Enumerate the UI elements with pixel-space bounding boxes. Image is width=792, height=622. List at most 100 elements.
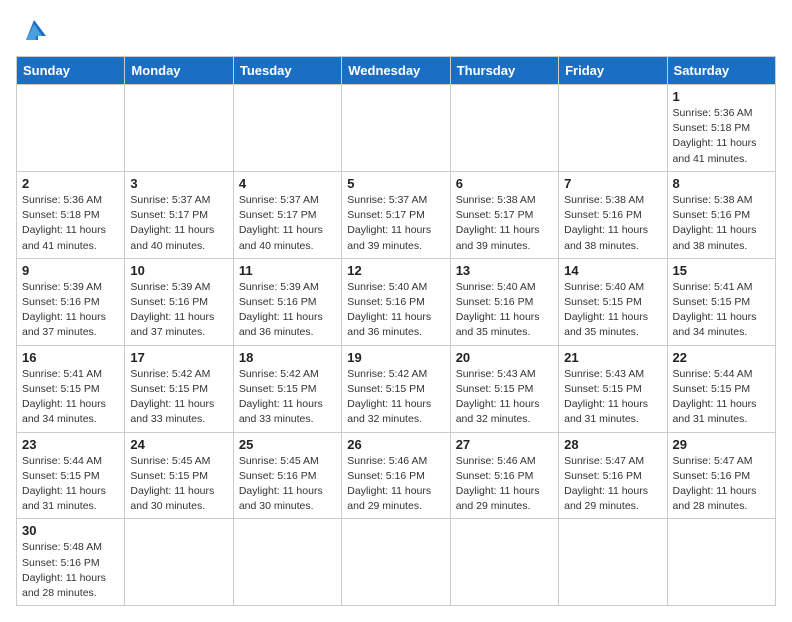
calendar-cell: 24Sunrise: 5:45 AM Sunset: 5:15 PM Dayli… <box>125 432 233 519</box>
page-header <box>16 16 776 44</box>
calendar-cell: 10 Sunrise: 5:39 AM Sunset: 5:16 PM Dayli… <box>125 258 233 345</box>
day-number: 1 <box>673 89 770 104</box>
day-info: Sunrise: 5:44 AM Sunset: 5:15 PM Dayligh… <box>22 454 119 515</box>
calendar-cell <box>17 85 125 172</box>
day-number: 5 <box>347 176 444 191</box>
day-info: Sunrise: 5:46 AM Sunset: 5:16 PM Dayligh… <box>347 454 444 515</box>
day-number: 4 <box>239 176 336 191</box>
day-info: Sunrise: 5:42 AM Sunset: 5:15 PM Dayligh… <box>239 367 336 428</box>
calendar-week-4: 23 Sunrise: 5:44 AM Sunset: 5:15 PM Dayli… <box>17 432 776 519</box>
logo-area <box>16 16 50 44</box>
day-info: Sunrise: 5:38 AM Sunset: 5:17 PM Dayligh… <box>456 193 553 254</box>
calendar-cell: 7 Sunrise: 5:38 AM Sunset: 5:16 PM Daylig… <box>559 171 667 258</box>
calendar-table: SundayMondayTuesdayWednesdayThursdayFrid… <box>16 56 776 606</box>
calendar-cell <box>450 519 558 606</box>
day-number: 20 <box>456 350 553 365</box>
day-info: Sunrise: 5:40 AM Sunset: 5:16 PM Dayligh… <box>347 280 444 341</box>
calendar-cell <box>450 85 558 172</box>
day-info: Sunrise: 5:42 AM Sunset: 5:15 PM Dayligh… <box>347 367 444 428</box>
logo-icon <box>18 16 50 44</box>
weekday-header-tuesday: Tuesday <box>233 57 341 85</box>
calendar-week-0: 1Sunrise: 5:36 AM Sunset: 5:18 PM Daylig… <box>17 85 776 172</box>
calendar-week-2: 9 Sunrise: 5:39 AM Sunset: 5:16 PM Daylig… <box>17 258 776 345</box>
calendar-cell: 8 Sunrise: 5:38 AM Sunset: 5:16 PM Daylig… <box>667 171 775 258</box>
day-info: Sunrise: 5:45 AM Sunset: 5:16 PM Dayligh… <box>239 454 336 515</box>
calendar-cell: 20 Sunrise: 5:43 AM Sunset: 5:15 PM Dayli… <box>450 345 558 432</box>
weekday-header-sunday: Sunday <box>17 57 125 85</box>
day-number: 17 <box>130 350 227 365</box>
day-info: Sunrise: 5:39 AM Sunset: 5:16 PM Dayligh… <box>239 280 336 341</box>
day-info: Sunrise: 5:47 AM Sunset: 5:16 PM Dayligh… <box>564 454 661 515</box>
day-number: 2 <box>22 176 119 191</box>
calendar-cell: 6Sunrise: 5:38 AM Sunset: 5:17 PM Daylig… <box>450 171 558 258</box>
day-number: 27 <box>456 437 553 452</box>
calendar-cell <box>667 519 775 606</box>
calendar-cell: 2 Sunrise: 5:36 AM Sunset: 5:18 PM Daylig… <box>17 171 125 258</box>
calendar-cell: 4Sunrise: 5:37 AM Sunset: 5:17 PM Daylig… <box>233 171 341 258</box>
day-number: 9 <box>22 263 119 278</box>
day-number: 3 <box>130 176 227 191</box>
day-number: 28 <box>564 437 661 452</box>
day-number: 13 <box>456 263 553 278</box>
day-info: Sunrise: 5:40 AM Sunset: 5:15 PM Dayligh… <box>564 280 661 341</box>
calendar-cell: 25Sunrise: 5:45 AM Sunset: 5:16 PM Dayli… <box>233 432 341 519</box>
calendar-cell <box>125 519 233 606</box>
calendar-week-3: 16 Sunrise: 5:41 AM Sunset: 5:15 PM Dayli… <box>17 345 776 432</box>
day-number: 19 <box>347 350 444 365</box>
calendar-week-1: 2 Sunrise: 5:36 AM Sunset: 5:18 PM Daylig… <box>17 171 776 258</box>
day-info: Sunrise: 5:43 AM Sunset: 5:15 PM Dayligh… <box>456 367 553 428</box>
day-info: Sunrise: 5:46 AM Sunset: 5:16 PM Dayligh… <box>456 454 553 515</box>
day-number: 12 <box>347 263 444 278</box>
calendar-cell: 9Sunrise: 5:39 AM Sunset: 5:16 PM Daylig… <box>17 258 125 345</box>
calendar-cell: 5 Sunrise: 5:37 AM Sunset: 5:17 PM Daylig… <box>342 171 450 258</box>
day-number: 10 <box>130 263 227 278</box>
day-info: Sunrise: 5:44 AM Sunset: 5:15 PM Dayligh… <box>673 367 770 428</box>
day-info: Sunrise: 5:47 AM Sunset: 5:16 PM Dayligh… <box>673 454 770 515</box>
calendar-cell <box>233 85 341 172</box>
day-info: Sunrise: 5:43 AM Sunset: 5:15 PM Dayligh… <box>564 367 661 428</box>
day-info: Sunrise: 5:41 AM Sunset: 5:15 PM Dayligh… <box>673 280 770 341</box>
day-number: 8 <box>673 176 770 191</box>
day-info: Sunrise: 5:38 AM Sunset: 5:16 PM Dayligh… <box>673 193 770 254</box>
day-number: 23 <box>22 437 119 452</box>
calendar-cell <box>125 85 233 172</box>
weekday-header-wednesday: Wednesday <box>342 57 450 85</box>
calendar-cell: 19 Sunrise: 5:42 AM Sunset: 5:15 PM Dayli… <box>342 345 450 432</box>
calendar-cell: 3 Sunrise: 5:37 AM Sunset: 5:17 PM Daylig… <box>125 171 233 258</box>
day-info: Sunrise: 5:38 AM Sunset: 5:16 PM Dayligh… <box>564 193 661 254</box>
day-number: 7 <box>564 176 661 191</box>
weekday-header-monday: Monday <box>125 57 233 85</box>
day-info: Sunrise: 5:37 AM Sunset: 5:17 PM Dayligh… <box>347 193 444 254</box>
calendar-cell: 21Sunrise: 5:43 AM Sunset: 5:15 PM Dayli… <box>559 345 667 432</box>
calendar-cell <box>342 85 450 172</box>
calendar-cell: 30 Sunrise: 5:48 AM Sunset: 5:16 PM Dayli… <box>17 519 125 606</box>
calendar-cell: 18 Sunrise: 5:42 AM Sunset: 5:15 PM Dayli… <box>233 345 341 432</box>
day-info: Sunrise: 5:40 AM Sunset: 5:16 PM Dayligh… <box>456 280 553 341</box>
calendar-cell: 22 Sunrise: 5:44 AM Sunset: 5:15 PM Dayli… <box>667 345 775 432</box>
calendar-cell <box>342 519 450 606</box>
day-info: Sunrise: 5:42 AM Sunset: 5:15 PM Dayligh… <box>130 367 227 428</box>
calendar-cell: 12 Sunrise: 5:40 AM Sunset: 5:16 PM Dayli… <box>342 258 450 345</box>
calendar-cell <box>559 85 667 172</box>
weekday-header-thursday: Thursday <box>450 57 558 85</box>
day-number: 14 <box>564 263 661 278</box>
weekday-header-friday: Friday <box>559 57 667 85</box>
day-info: Sunrise: 5:39 AM Sunset: 5:16 PM Dayligh… <box>130 280 227 341</box>
day-number: 30 <box>22 523 119 538</box>
calendar-cell: 14 Sunrise: 5:40 AM Sunset: 5:15 PM Dayli… <box>559 258 667 345</box>
calendar-cell: 1Sunrise: 5:36 AM Sunset: 5:18 PM Daylig… <box>667 85 775 172</box>
day-info: Sunrise: 5:36 AM Sunset: 5:18 PM Dayligh… <box>22 193 119 254</box>
day-number: 22 <box>673 350 770 365</box>
day-number: 26 <box>347 437 444 452</box>
day-number: 18 <box>239 350 336 365</box>
calendar-cell: 29 Sunrise: 5:47 AM Sunset: 5:16 PM Dayli… <box>667 432 775 519</box>
day-info: Sunrise: 5:37 AM Sunset: 5:17 PM Dayligh… <box>130 193 227 254</box>
calendar-cell: 11 Sunrise: 5:39 AM Sunset: 5:16 PM Dayli… <box>233 258 341 345</box>
day-number: 29 <box>673 437 770 452</box>
calendar-cell: 27 Sunrise: 5:46 AM Sunset: 5:16 PM Dayli… <box>450 432 558 519</box>
day-number: 16 <box>22 350 119 365</box>
calendar-cell: 23 Sunrise: 5:44 AM Sunset: 5:15 PM Dayli… <box>17 432 125 519</box>
day-info: Sunrise: 5:48 AM Sunset: 5:16 PM Dayligh… <box>22 540 119 601</box>
day-number: 11 <box>239 263 336 278</box>
day-info: Sunrise: 5:41 AM Sunset: 5:15 PM Dayligh… <box>22 367 119 428</box>
